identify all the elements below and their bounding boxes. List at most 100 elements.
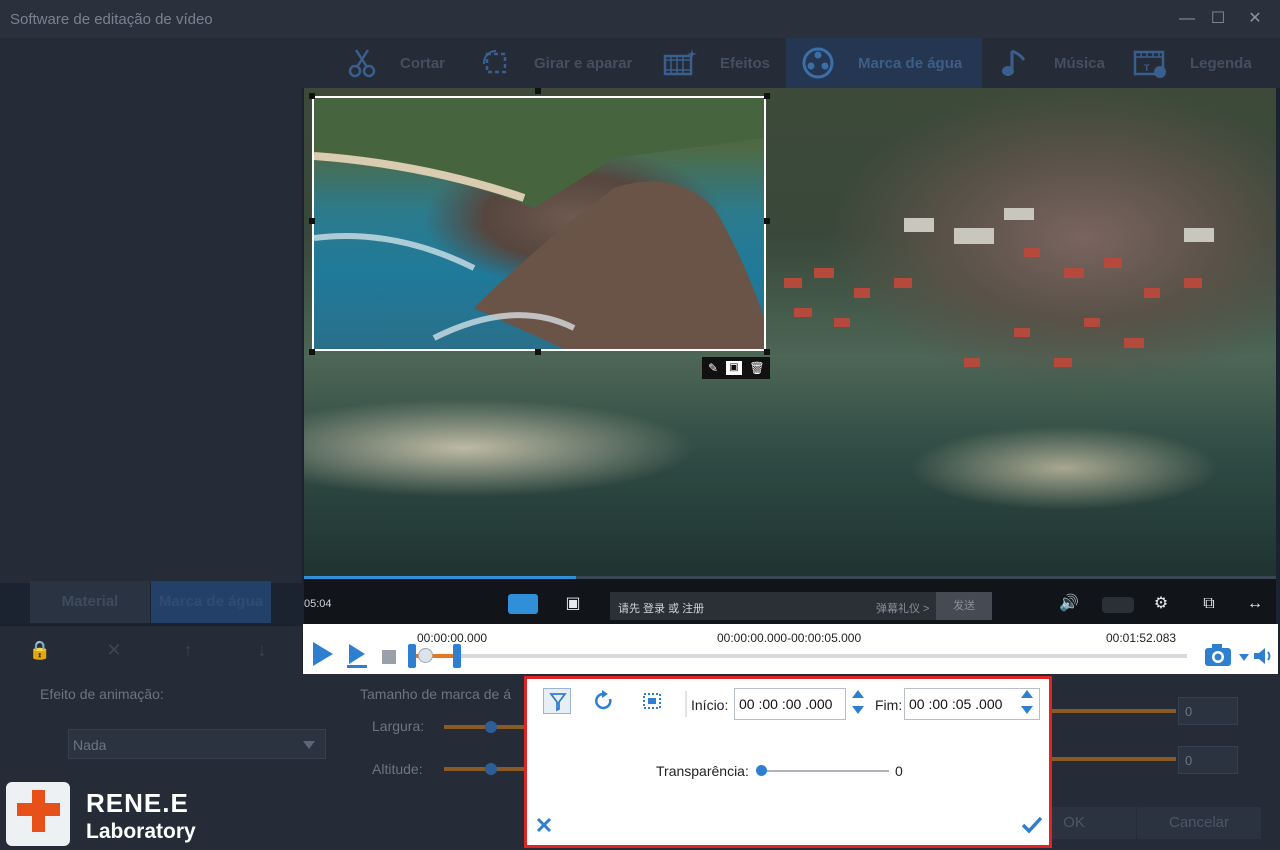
right-slider-top[interactable] bbox=[1052, 709, 1176, 713]
timeline-range: 00:00:00.000-00:00:05.000 bbox=[717, 631, 862, 645]
arrow-down-icon[interactable]: ↓ bbox=[250, 638, 274, 662]
filter-icon bbox=[549, 693, 567, 712]
width-label: Largura: bbox=[372, 718, 425, 734]
etiquette-link[interactable]: 弹幕礼仪 > bbox=[876, 600, 929, 616]
send-button[interactable]: 发送 bbox=[936, 592, 992, 620]
width-slider[interactable] bbox=[444, 725, 524, 729]
width-slider-knob[interactable] bbox=[485, 721, 497, 733]
scissors-icon bbox=[348, 49, 376, 78]
overlay-toolbar: ✎ ▣ 🗑 bbox=[702, 357, 770, 379]
fullscreen-icon[interactable]: ↔ bbox=[1244, 593, 1266, 615]
resize-handle[interactable] bbox=[535, 349, 541, 355]
tab-marca-de-agua-list[interactable]: Marca de água bbox=[151, 581, 271, 623]
subtitle-icon: T bbox=[1133, 50, 1166, 78]
tab-cortar[interactable]: Cortar bbox=[340, 38, 460, 88]
timeline-end-handle[interactable] bbox=[453, 644, 461, 668]
end-time-down-icon[interactable] bbox=[1021, 706, 1033, 714]
end-time-input[interactable]: 00 :00 :05 .000 bbox=[904, 688, 1040, 720]
crop-rotate-icon bbox=[482, 49, 507, 74]
resize-handle[interactable] bbox=[309, 349, 315, 355]
right-slider-bottom[interactable] bbox=[1052, 757, 1176, 761]
danmaku-settings-icon[interactable]: ▣ bbox=[562, 593, 584, 615]
cancel-button[interactable]: Cancelar bbox=[1137, 807, 1261, 839]
fit-screen-icon[interactable] bbox=[639, 689, 665, 713]
start-time-input[interactable]: 00 :00 :00 .000 bbox=[734, 688, 846, 720]
camera-dropdown-icon[interactable] bbox=[1239, 654, 1249, 661]
current-time: 05:04 bbox=[304, 598, 332, 610]
danmaku-input-bar[interactable]: 请先 登录 或 注册 弹幕礼仪 > 发送 bbox=[610, 592, 992, 620]
trash-icon[interactable]: 🗑 bbox=[748, 359, 766, 377]
divider bbox=[685, 691, 687, 717]
lock-icon[interactable]: 🔒 bbox=[28, 638, 52, 662]
tab-label: Música bbox=[1054, 55, 1105, 72]
resize-handle[interactable] bbox=[764, 349, 770, 355]
transparency-slider-knob[interactable] bbox=[756, 765, 767, 776]
pip-off-icon[interactable]: ⧉ bbox=[1198, 593, 1220, 615]
aerial-village-image bbox=[784, 208, 1214, 367]
arrow-up-icon[interactable]: ↑ bbox=[176, 638, 200, 662]
rotate-icon[interactable] bbox=[591, 689, 617, 713]
width-value: 0 bbox=[1185, 704, 1193, 719]
play-icon[interactable] bbox=[313, 642, 333, 666]
maximize-button[interactable]: ☐ bbox=[1207, 8, 1229, 30]
confirm-check-icon[interactable] bbox=[1021, 816, 1043, 834]
volume-icon[interactable]: 🔊 bbox=[1058, 593, 1080, 615]
timeline-start-handle[interactable] bbox=[408, 644, 416, 668]
tab-marca-de-agua[interactable]: Marca de água bbox=[786, 38, 982, 88]
close-icon[interactable]: ✕ bbox=[102, 638, 126, 662]
resize-handle[interactable] bbox=[764, 93, 770, 99]
animation-effect-select[interactable]: Nada bbox=[68, 729, 326, 759]
tab-efeitos[interactable]: Efeitos bbox=[662, 38, 782, 88]
logo-cross-icon bbox=[6, 782, 70, 846]
watermark-image-overlay[interactable] bbox=[312, 96, 766, 351]
timeline-panel: 00:00:00.000 00:00:00.000-00:00:05.000 0… bbox=[303, 624, 1278, 676]
transparency-label: Transparência: bbox=[656, 763, 749, 779]
watermark-reel-icon bbox=[802, 47, 834, 79]
speaker-icon[interactable] bbox=[1252, 646, 1274, 666]
login-prompt: 请先 登录 或 注册 bbox=[618, 603, 705, 615]
coast-rocks-image bbox=[314, 98, 764, 349]
minimize-button[interactable]: — bbox=[1176, 8, 1198, 30]
edit-pencil-icon[interactable]: ✎ bbox=[704, 359, 722, 377]
width-spinbox[interactable]: 0 bbox=[1178, 697, 1238, 725]
height-slider-knob[interactable] bbox=[485, 763, 497, 775]
image-icon[interactable]: ▣ bbox=[726, 361, 742, 375]
height-spinbox[interactable]: 0 bbox=[1178, 746, 1238, 774]
end-time-value: 00 :00 :05 .000 bbox=[909, 696, 1003, 712]
feature-tabs: Cortar Girar e aparar Efeitos Marca de á… bbox=[302, 38, 1280, 88]
playhead-knob[interactable] bbox=[418, 648, 433, 663]
chevron-down-icon bbox=[303, 741, 315, 749]
logo-brand: RENE.E bbox=[86, 788, 189, 818]
tab-legenda[interactable]: T Legenda bbox=[1130, 38, 1276, 88]
cancel-x-icon[interactable] bbox=[535, 816, 553, 834]
transparency-value: 0 bbox=[895, 763, 903, 779]
camera-icon[interactable] bbox=[1203, 642, 1235, 668]
close-window-button[interactable]: ✕ bbox=[1244, 8, 1266, 30]
resize-handle[interactable] bbox=[309, 218, 315, 224]
tab-material[interactable]: Material bbox=[30, 581, 150, 623]
height-slider[interactable] bbox=[444, 767, 524, 771]
tab-girar-e-aparar[interactable]: Girar e aparar bbox=[478, 38, 648, 88]
timeline-track[interactable] bbox=[425, 654, 1187, 658]
transparency-slider[interactable] bbox=[763, 770, 889, 772]
play-segment-icon[interactable] bbox=[345, 642, 369, 668]
watermark-filter-button[interactable] bbox=[543, 688, 571, 714]
tab-label: Cortar bbox=[400, 55, 446, 72]
tab-label: Legenda bbox=[1190, 55, 1252, 72]
watermark-settings-dialog: Início: 00 :00 :00 .000 Fim: 00 :00 :05 … bbox=[524, 676, 1052, 848]
speed-toggle[interactable] bbox=[1102, 597, 1134, 613]
end-time-up-icon[interactable] bbox=[1021, 690, 1033, 698]
danmaku-toggle-icon[interactable] bbox=[508, 594, 538, 614]
tab-label: Marca de água bbox=[858, 55, 963, 72]
gear-icon[interactable]: ⚙ bbox=[1150, 593, 1172, 615]
stop-icon[interactable] bbox=[382, 650, 396, 664]
watermark-list-tools: 🔒 ✕ ↑ ↓ bbox=[0, 626, 302, 674]
timeline-end-time: 00:01:52.083 bbox=[1106, 631, 1177, 645]
start-time-up-icon[interactable] bbox=[852, 690, 864, 698]
start-time-down-icon[interactable] bbox=[852, 706, 864, 714]
resize-handle[interactable] bbox=[309, 93, 315, 99]
resize-handle[interactable] bbox=[764, 218, 770, 224]
logo-subtitle: Laboratory bbox=[86, 820, 196, 843]
tab-musica[interactable]: Música bbox=[998, 38, 1118, 88]
resize-handle[interactable] bbox=[535, 88, 541, 94]
